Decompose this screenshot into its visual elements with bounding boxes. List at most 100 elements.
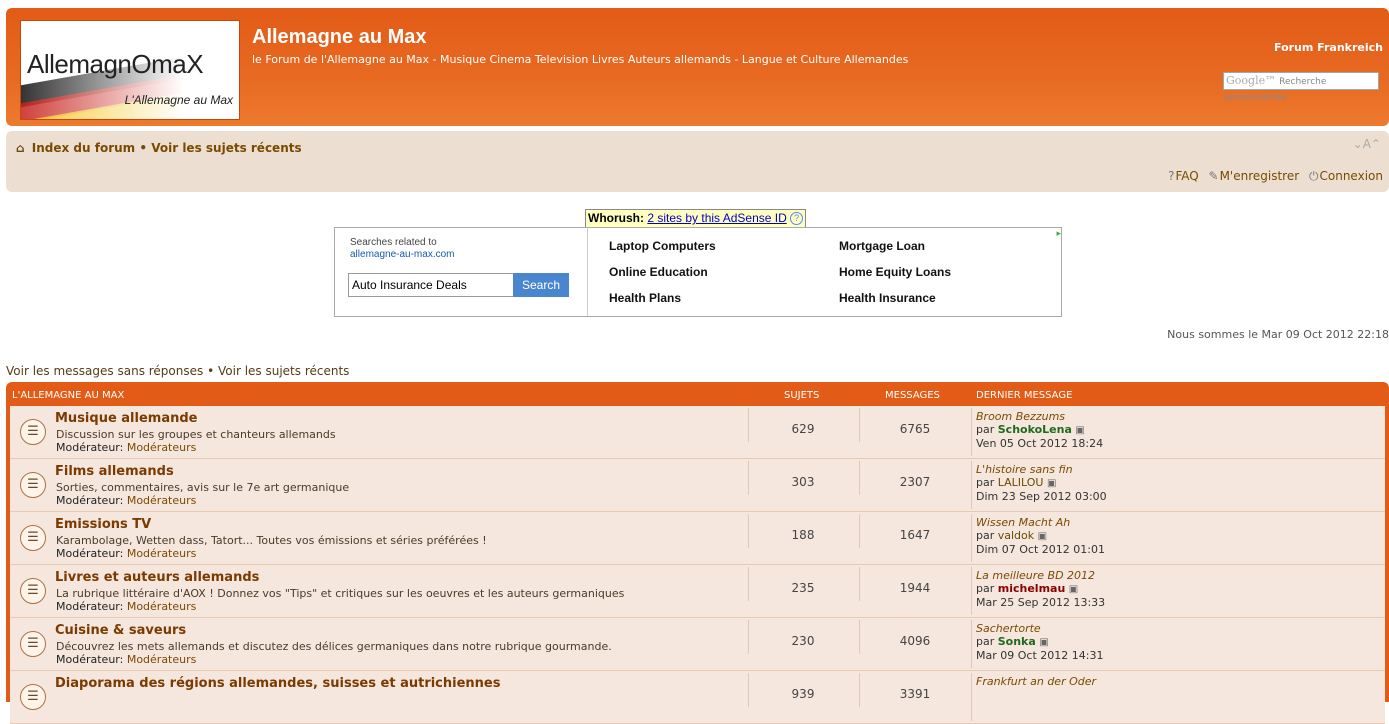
breadcrumb-separator: • [139, 141, 148, 155]
by-label: par [976, 476, 995, 489]
last-post: L'histoire sans fin par LALILOU ▣ Dim 23… [976, 463, 1107, 503]
forum-title[interactable]: Films allemands [55, 464, 174, 479]
forum-table: L'ALLEMAGNE AU MAX SUJETS MESSAGES DERNI… [6, 382, 1389, 724]
forum-read-icon: ☰ [20, 578, 46, 604]
ad-search-box: Searches related to allemagne-au-max.com… [334, 227, 1062, 317]
forum-moderators: Modérateur: Modérateurs [56, 441, 196, 454]
last-post-user[interactable]: SchokoLena [998, 423, 1072, 436]
divider [971, 461, 972, 509]
ad-search-button[interactable]: Search [513, 273, 569, 297]
adchoices-icon[interactable]: ▸ [1056, 228, 1061, 239]
forum-title[interactable]: Livres et auteurs allemands [55, 570, 259, 585]
divider [971, 567, 972, 615]
forum-read-icon: ☰ [20, 472, 46, 498]
whorush-link[interactable]: 2 sites by this AdSense ID [647, 211, 786, 225]
breadcrumb-recent-link[interactable]: Voir les sujets récents [151, 141, 301, 155]
recent-topics-link[interactable]: Voir les sujets récents [218, 364, 349, 378]
forum-frankreich-link[interactable]: Forum Frankreich [1274, 41, 1383, 54]
view-latest-icon[interactable]: ▣ [1075, 425, 1084, 436]
last-post-date: Mar 25 Sep 2012 13:33 [976, 596, 1106, 609]
divider [971, 673, 972, 721]
forum-title[interactable]: Musique allemande [55, 411, 198, 426]
divider [748, 461, 749, 495]
forum-row: ☰ Musique allemande Discussion sur les g… [10, 406, 1385, 459]
moderators-link[interactable]: Modérateurs [127, 547, 197, 560]
topic-count: 303 [791, 475, 815, 489]
divider [859, 408, 860, 442]
post-count: 1647 [899, 528, 931, 542]
ad-search-panel: Searches related to allemagne-au-max.com… [335, 228, 588, 316]
ad-link[interactable]: Health Insurance [839, 291, 936, 305]
divider [971, 620, 972, 668]
forum-moderators: Modérateur: Modérateurs [56, 653, 196, 666]
divider [859, 620, 860, 654]
topic-count: 188 [791, 528, 815, 542]
view-latest-icon[interactable]: ▣ [1047, 478, 1056, 489]
last-post-user[interactable]: michelmau [998, 582, 1066, 595]
by-label: par [976, 529, 995, 542]
quicklinks-separator: • [207, 364, 215, 378]
breadcrumb-index-link[interactable]: Index du forum [32, 141, 135, 155]
divider [859, 673, 860, 707]
ad-link[interactable]: Laptop Computers [609, 239, 716, 253]
last-post-title[interactable]: Frankfurt an der Oder [976, 675, 1096, 688]
register-link[interactable]: M'enregistrer [1220, 169, 1300, 183]
ad-related: Searches related to allemagne-au-max.com [350, 237, 455, 261]
forum-row: ☰ Livres et auteurs allemands La rubriqu… [10, 565, 1385, 618]
last-post: Broom Bezzums par SchokoLena ▣ Ven 05 Oc… [976, 410, 1103, 450]
forum-description: Découvrez les mets allemands et discutez… [56, 640, 612, 653]
faq-link[interactable]: FAQ [1175, 169, 1198, 183]
last-post: Wissen Macht Ah par valdok ▣ Dim 07 Oct … [976, 516, 1105, 556]
breadcrumb: ⌂ Index du forum • Voir les sujets récen… [16, 141, 302, 155]
help-icon[interactable]: ? [790, 212, 804, 226]
view-latest-icon[interactable]: ▣ [1039, 637, 1048, 648]
ad-related-domain[interactable]: allemagne-au-max.com [350, 249, 455, 261]
forum-title[interactable]: Diaporama des régions allemandes, suisse… [55, 676, 500, 691]
divider [971, 514, 972, 562]
forum-title[interactable]: Emissions TV [55, 517, 151, 532]
by-label: par [976, 635, 995, 648]
font-size-toggle[interactable]: ⌄A⌃ [1353, 137, 1381, 151]
google-search-input[interactable]: Google™ Recherche personnalisée [1223, 72, 1379, 103]
last-post-date: Mar 09 Oct 2012 14:31 [976, 649, 1104, 662]
last-post-user[interactable]: LALILOU [998, 476, 1044, 489]
last-post-title[interactable]: Broom Bezzums [976, 410, 1065, 423]
last-post-user[interactable]: Sonka [998, 635, 1036, 648]
whorush-label: Whorush: [588, 211, 644, 225]
view-latest-icon[interactable]: ▣ [1038, 531, 1047, 542]
last-post-user[interactable]: valdok [998, 529, 1034, 542]
ad-link[interactable]: Online Education [609, 265, 708, 279]
site-logo[interactable]: AllemagnOmaX L'Allemagne au Max [20, 20, 240, 120]
topic-count: 939 [791, 687, 815, 701]
site-title[interactable]: Allemagne au Max [252, 26, 427, 49]
last-post-title[interactable]: Wissen Macht Ah [976, 516, 1070, 529]
forum-read-icon: ☰ [20, 631, 46, 657]
moderators-link[interactable]: Modérateurs [127, 441, 197, 454]
ad-link[interactable]: Health Plans [609, 291, 681, 305]
moderators-link[interactable]: Modérateurs [127, 600, 197, 613]
forum-row: ☰ Cuisine & saveurs Découvrez les mets a… [10, 618, 1385, 671]
moderators-link[interactable]: Modérateurs [127, 494, 197, 507]
last-post-date: Ven 05 Oct 2012 18:24 [976, 437, 1104, 450]
login-link[interactable]: Connexion [1320, 169, 1384, 183]
last-post-title[interactable]: Sachertorte [976, 622, 1041, 635]
forum-title[interactable]: Cuisine & saveurs [55, 623, 186, 638]
moderators-link[interactable]: Modérateurs [127, 653, 197, 666]
last-post-title[interactable]: L'histoire sans fin [976, 463, 1073, 476]
last-post-title[interactable]: La meilleure BD 2012 [976, 569, 1095, 582]
ad-link[interactable]: Mortgage Loan [839, 239, 925, 253]
divider [971, 408, 972, 456]
forum-read-icon: ☰ [20, 419, 46, 445]
ad-search-input[interactable]: Auto Insurance Deals [348, 273, 515, 297]
view-latest-icon[interactable]: ▣ [1069, 584, 1078, 595]
current-datetime: Nous sommes le Mar 09 Oct 2012 22:18 [1167, 328, 1389, 341]
last-post-date: Dim 23 Sep 2012 03:00 [976, 490, 1107, 503]
ad-related-label: Searches related to [350, 237, 437, 248]
ad-link[interactable]: Home Equity Loans [839, 265, 951, 279]
unanswered-link[interactable]: Voir les messages sans réponses [6, 364, 203, 378]
last-post: La meilleure BD 2012 par michelmau ▣ Mar… [976, 569, 1105, 609]
divider [859, 461, 860, 495]
whorush-bar: Whorush: 2 sites by this AdSense ID ? [585, 209, 807, 228]
divider [748, 514, 749, 548]
forum-description: Discussion sur les groupes et chanteurs … [56, 428, 336, 441]
